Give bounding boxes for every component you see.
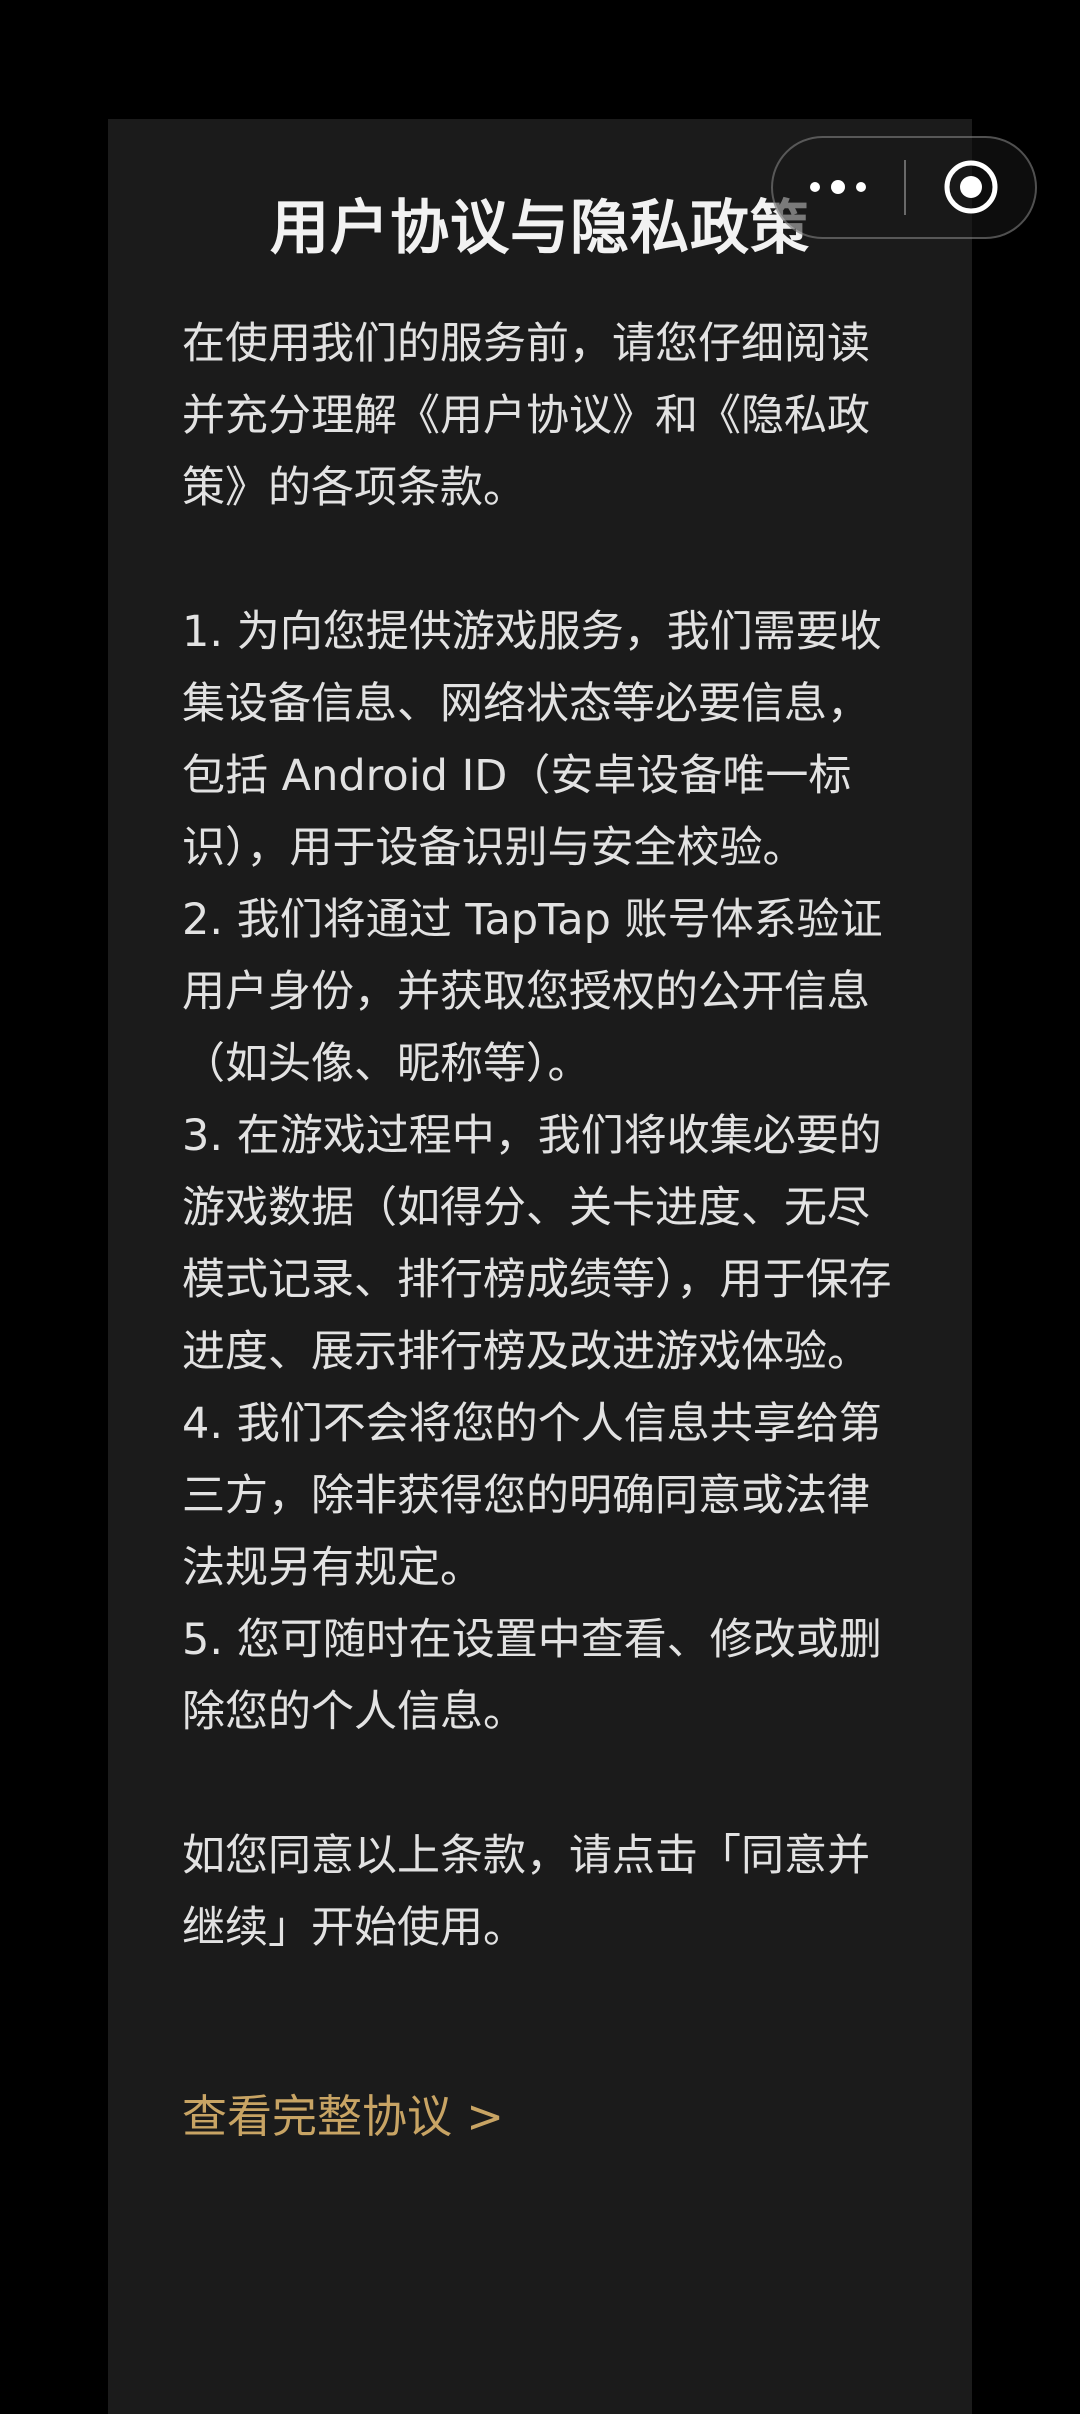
consent-paragraph: 如您同意以上条款，请点击「同意并继续」开始使用。 [182, 1831, 870, 1953]
policy-item-2: 2. 我们将通过 TapTap 账号体系验证用户身份，并获取您授权的公开信息（如… [182, 895, 883, 1089]
more-dots-icon [810, 180, 866, 194]
privacy-dialog: 用户协议与隐私政策 在使用我们的服务前，请您仔细阅读并充分理解《用户协议》和《隐… [108, 119, 972, 2414]
more-button[interactable] [773, 138, 903, 237]
mini-program-capsule [771, 136, 1037, 239]
close-button[interactable] [906, 138, 1035, 237]
policy-item-5: 5. 您可随时在设置中查看、修改或删除您的个人信息。 [182, 1615, 882, 1737]
view-full-agreement-link[interactable]: 查看完整协议 > [182, 2081, 504, 2153]
policy-item-4: 4. 我们不会将您的个人信息共享给第三方，除非获得您的明确同意或法律法规另有规定… [182, 1399, 882, 1593]
policy-item-3: 3. 在游戏过程中，我们将收集必要的游戏数据（如得分、关卡进度、无尽模式记录、排… [182, 1111, 892, 1377]
intro-paragraph: 在使用我们的服务前，请您仔细阅读并充分理解《用户协议》和《隐私政策》的各项条款。 [182, 319, 870, 513]
dialog-content[interactable]: 在使用我们的服务前，请您仔细阅读并充分理解《用户协议》和《隐私政策》的各项条款。… [182, 308, 912, 2154]
policy-item-1: 1. 为向您提供游戏服务，我们需要收集设备信息、网络状态等必要信息，包括 And… [182, 607, 882, 873]
target-close-icon [944, 160, 998, 214]
